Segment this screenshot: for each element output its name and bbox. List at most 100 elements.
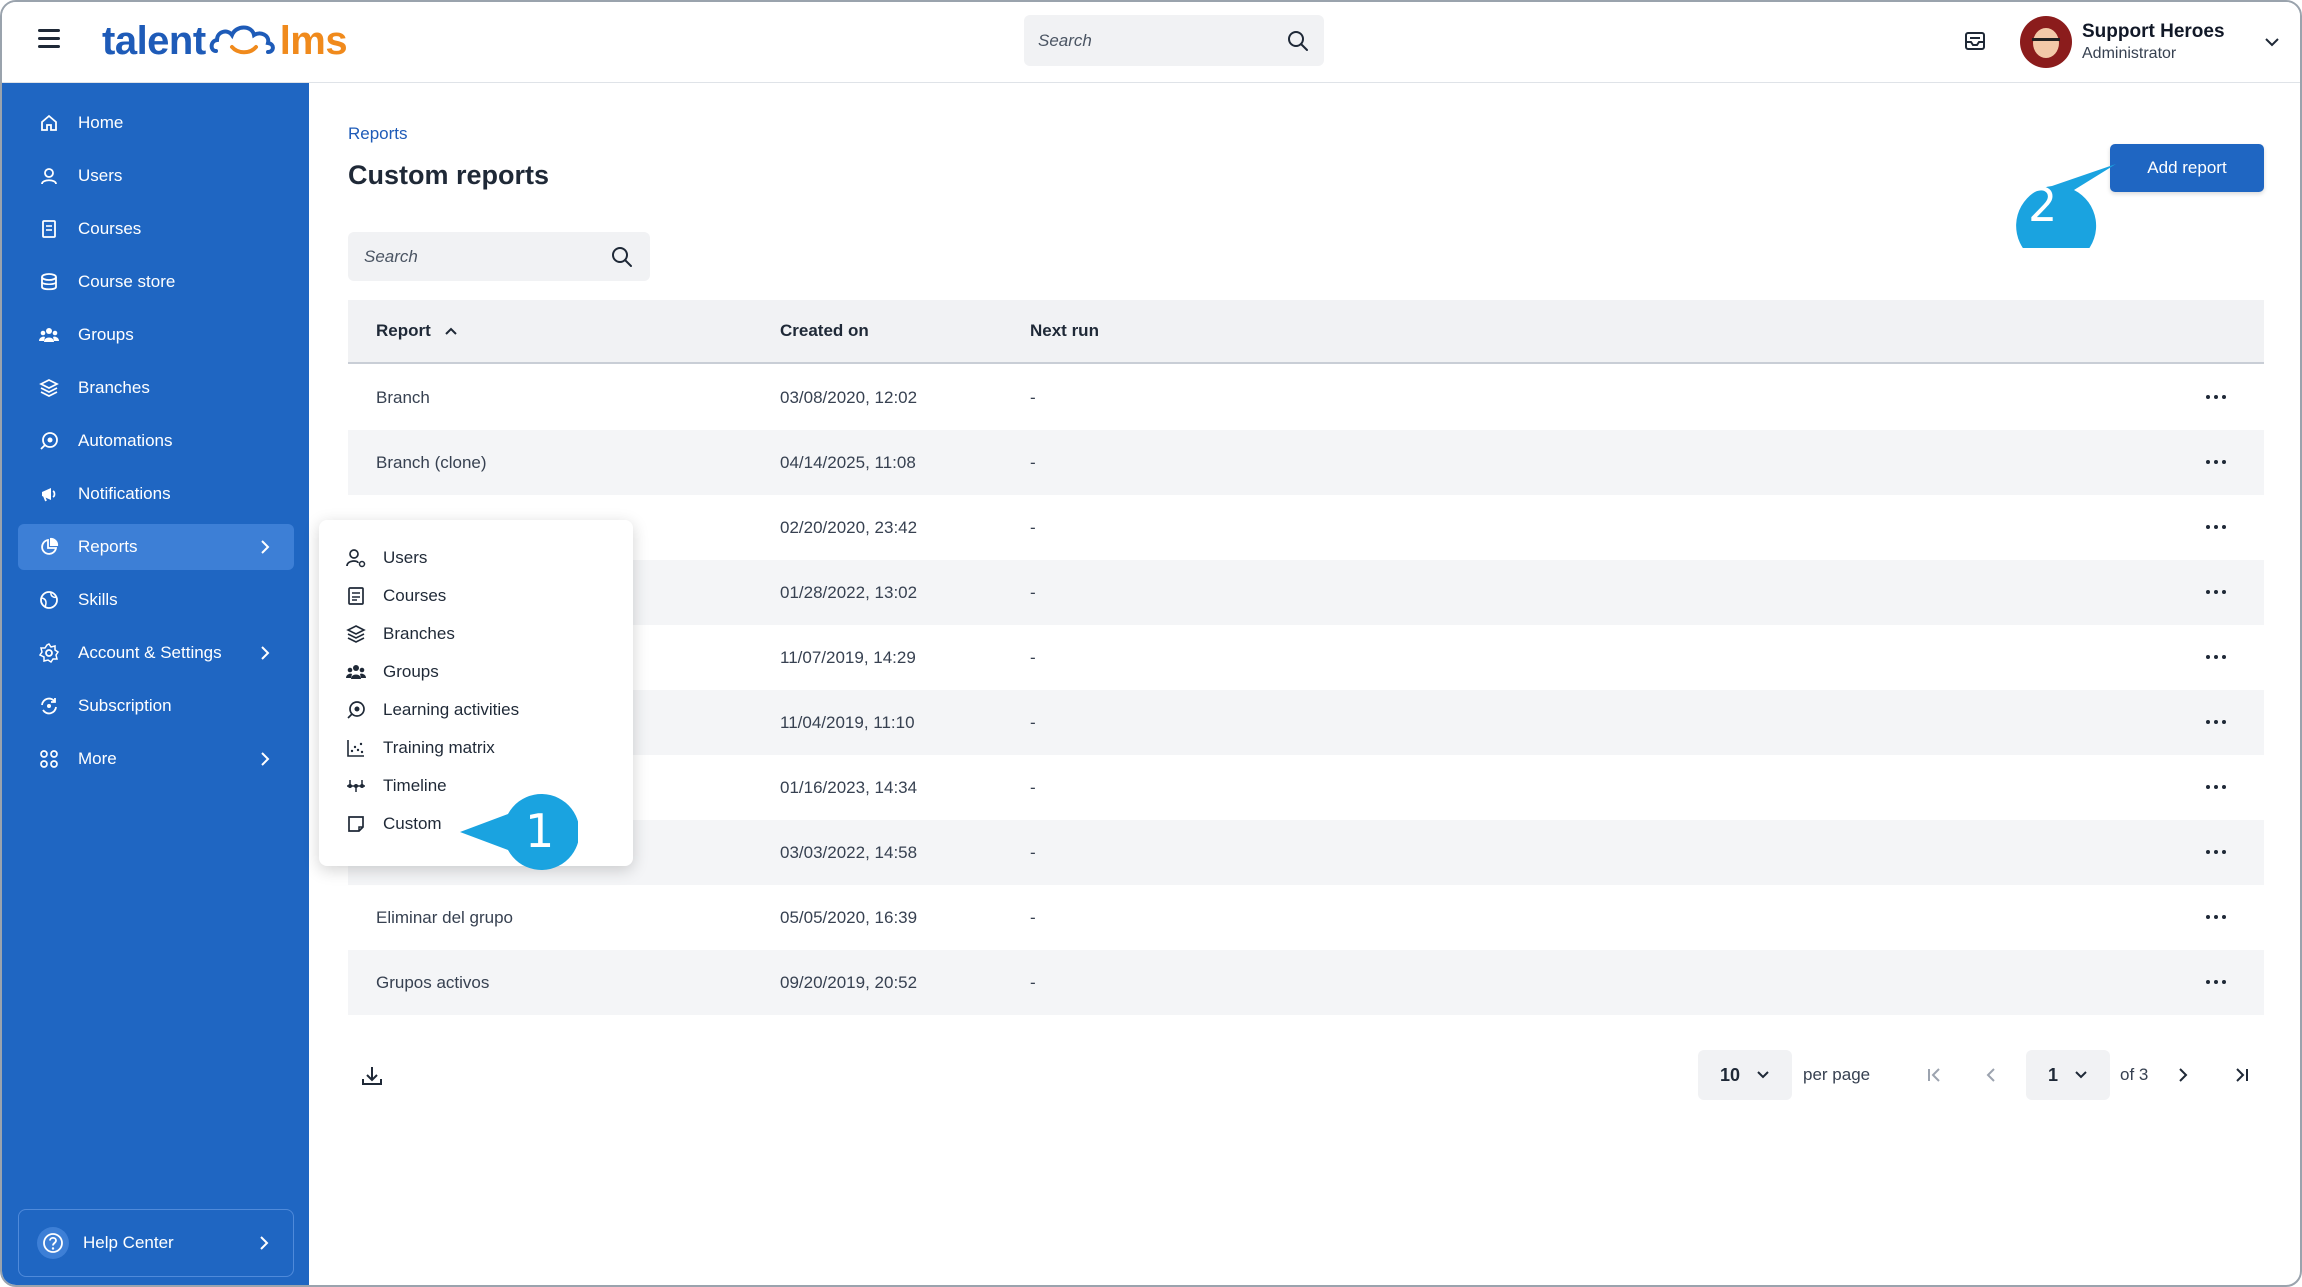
step-number-1: 1 [525,804,555,858]
grid-icon [38,748,60,770]
next-run-cell: - [1030,517,1036,537]
sidebar-item-account-settings[interactable]: Account & Settings [18,630,294,676]
layers-icon [345,623,367,645]
created-on-cell: 04/14/2025, 11:08 [780,452,916,472]
page-title: Custom reports [348,160,550,190]
report-name-cell[interactable]: Grupos activos [376,973,489,993]
more-options-icon[interactable] [2203,452,2229,472]
menu-item-branches[interactable]: Branches [345,619,455,649]
user-role: Administrator [2082,45,2177,62]
column-header-created[interactable]: Created on [780,321,869,341]
more-options-icon[interactable] [2203,842,2229,862]
groups-icon [38,324,60,346]
report-name-cell[interactable]: Branch (clone) [376,453,487,473]
sidebar-item-users[interactable]: Users [18,153,294,199]
table-row[interactable]: 03/03/2022, 14:58 - [348,820,2264,885]
sidebar-item-skills[interactable]: Skills [18,577,294,623]
table-row[interactable]: 01/28/2022, 13:02 - [348,560,2264,625]
user-profile-menu[interactable]: Support Heroes Administrator [2020,12,2282,72]
next-run-cell: - [1030,387,1036,407]
sort-ascending-icon[interactable] [443,323,459,339]
next-run-cell: - [1030,712,1036,732]
more-options-icon[interactable] [2203,777,2229,797]
more-options-icon[interactable] [2203,387,2229,407]
sidebar-item-home[interactable]: Home [18,100,294,146]
sidebar-item-branches[interactable]: Branches [18,365,294,411]
step-number-2: 2 [2028,178,2058,232]
top-search-input[interactable]: Search [1024,15,1324,66]
top-bar: talent lms Search Support Heroes Adminis… [2,2,2300,83]
first-page-icon[interactable] [1924,1063,1946,1087]
chevron-right-icon [261,540,270,554]
column-header-report[interactable]: Report [376,321,459,341]
table-row[interactable]: Branch 03/08/2020, 12:02 - [348,365,2264,430]
table-row[interactable]: 01/16/2023, 14:34 - [348,755,2264,820]
user-settings-icon [345,547,367,569]
sidebar-item-reports[interactable]: Reports [18,524,294,570]
next-run-cell: - [1030,452,1036,472]
more-options-icon[interactable] [2203,517,2229,537]
menu-item-training-matrix[interactable]: Training matrix [345,733,495,763]
sidebar-item-automations[interactable]: Automations [18,418,294,464]
table-row[interactable]: Eliminar del grupo 05/05/2020, 16:39 - [348,885,2264,950]
sidebar-item-subscription[interactable]: Subscription [18,683,294,729]
created-on-cell: 03/08/2020, 12:02 [780,387,918,407]
menu-item-groups[interactable]: Groups [345,657,439,687]
chevron-down-icon[interactable] [2262,32,2282,52]
more-options-icon[interactable] [2203,647,2229,667]
menu-item-learning-activities[interactable]: Learning activities [345,695,519,725]
table-row[interactable]: 11/04/2019, 11:10 - [348,690,2264,755]
per-page-select[interactable]: 10 [1698,1050,1792,1100]
help-center-button[interactable]: Help Center [18,1209,294,1277]
report-name-cell[interactable]: Branch [376,388,430,408]
table-row[interactable]: 11/07/2019, 14:29 - [348,625,2264,690]
next-run-cell: - [1030,972,1036,992]
hamburger-menu-icon[interactable] [38,29,60,51]
page-select[interactable]: 1 [2026,1050,2110,1100]
cloud-logo-icon [209,25,275,55]
created-on-cell: 03/03/2022, 14:58 [780,842,918,862]
created-on-cell: 05/05/2020, 16:39 [780,907,918,927]
menu-item-users[interactable]: Users [345,543,427,573]
inbox-icon[interactable] [1962,28,1988,54]
next-run-cell: - [1030,777,1036,797]
chevron-right-icon [261,646,270,660]
chevron-down-icon [2075,1071,2087,1079]
more-options-icon[interactable] [2203,582,2229,602]
download-icon[interactable] [360,1064,384,1088]
chevron-right-icon [261,752,270,766]
sidebar-item-more[interactable]: More [18,736,294,782]
table-row[interactable]: Grupos activos 09/20/2019, 20:52 - [348,950,2264,1015]
sidebar-item-groups[interactable]: Groups [18,312,294,358]
next-run-cell: - [1030,842,1036,862]
add-report-button[interactable]: Add report [2110,144,2264,192]
breadcrumb[interactable]: Reports [348,124,408,144]
last-page-icon[interactable] [2230,1063,2252,1087]
sidebar-item-course-store[interactable]: Course store [18,259,294,305]
menu-item-timeline[interactable]: Timeline [345,771,447,801]
globe-icon [38,589,60,611]
column-header-next-run[interactable]: Next run [1030,321,1099,341]
more-options-icon[interactable] [2203,907,2229,927]
menu-item-custom[interactable]: Custom [345,809,442,839]
menu-item-courses[interactable]: Courses [345,581,446,611]
report-search-input[interactable]: Search [348,232,650,281]
talentlms-logo[interactable]: talent lms [102,16,348,66]
scatter-chart-icon [345,737,367,759]
table-row[interactable]: 02/20/2020, 23:42 - [348,495,2264,560]
next-run-cell: - [1030,582,1036,602]
target-icon [345,699,367,721]
more-options-icon[interactable] [2203,972,2229,992]
more-options-icon[interactable] [2203,712,2229,732]
next-page-icon[interactable] [2172,1063,2194,1087]
report-name-cell[interactable]: Eliminar del grupo [376,908,513,928]
book-icon [345,585,367,607]
table-row[interactable]: Branch (clone) 04/14/2025, 11:08 - [348,430,2264,495]
search-icon[interactable] [610,245,634,269]
search-icon[interactable] [1286,29,1310,53]
layers-icon [38,377,60,399]
groups-icon [345,661,367,683]
sidebar-item-courses[interactable]: Courses [18,206,294,252]
sidebar-item-notifications[interactable]: Notifications [18,471,294,517]
previous-page-icon[interactable] [1980,1063,2002,1087]
